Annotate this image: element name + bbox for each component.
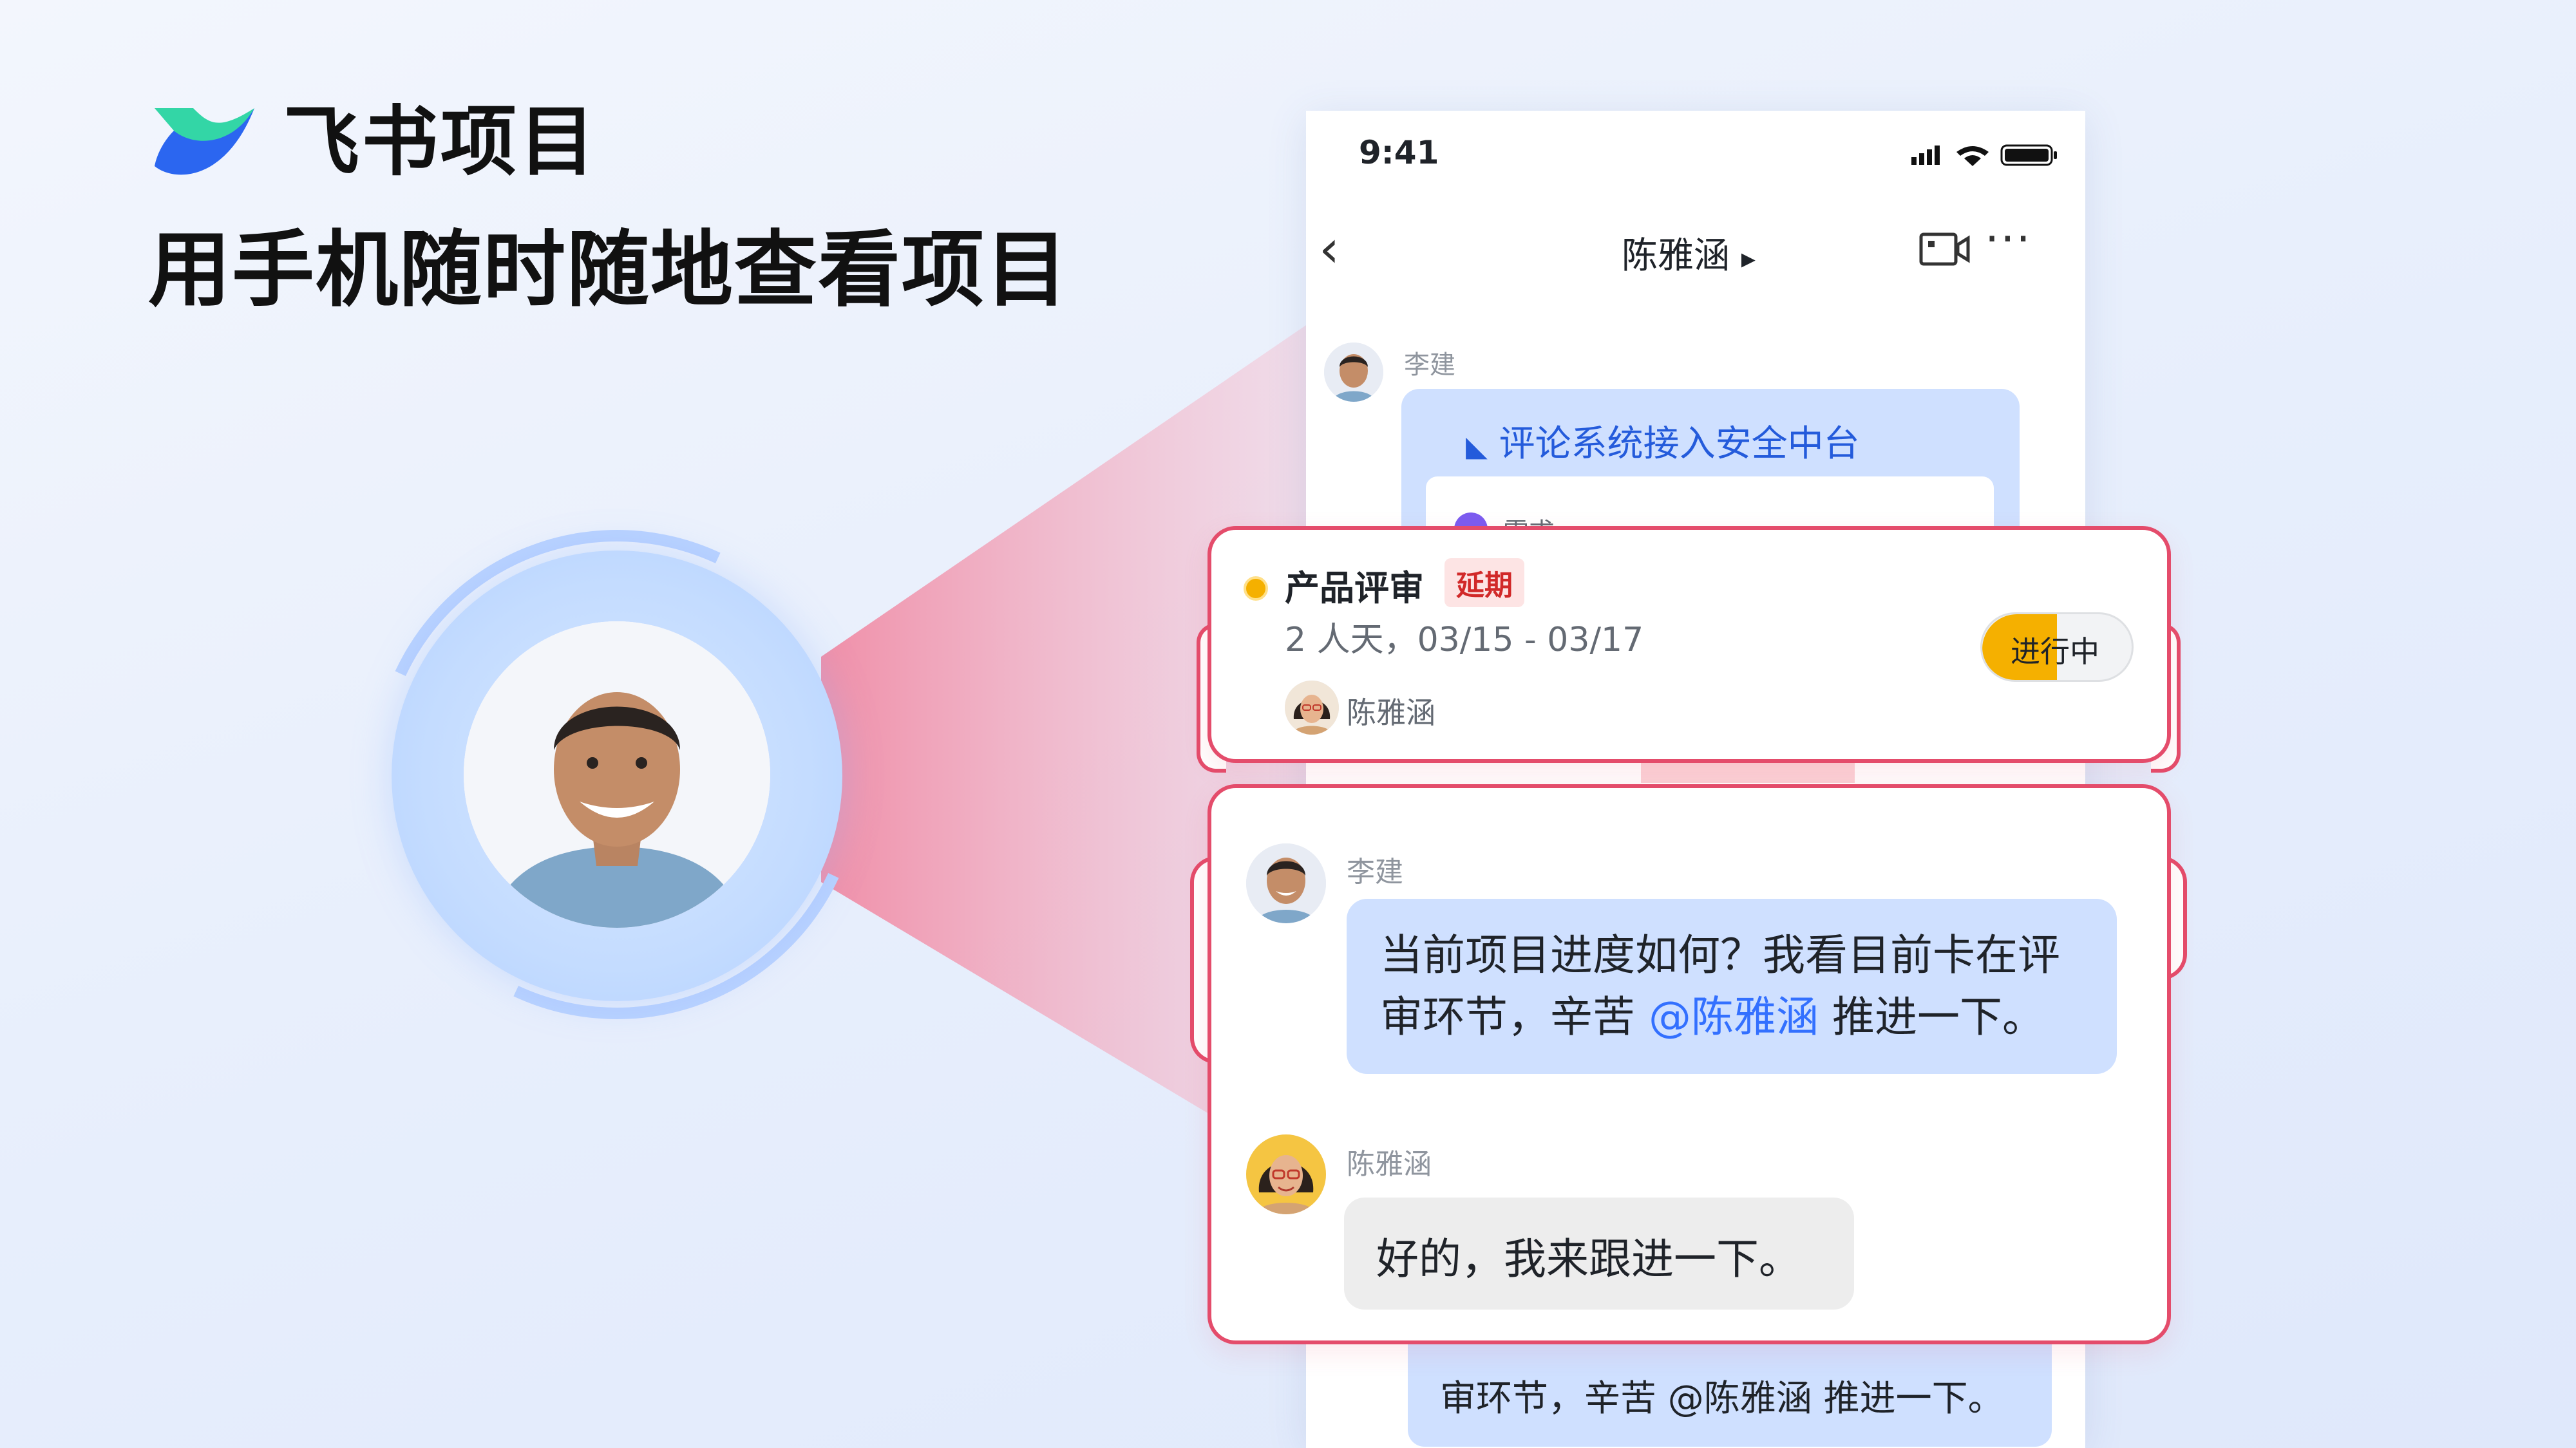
status-time: 9:41 [1359, 134, 1439, 171]
chat-card: 李建 当前项目进度如何？我看目前卡在评审环节，辛苦 @陈雅涵 推进一下。 陈雅涵… [1208, 784, 2171, 1344]
sender-name: 陈雅涵 [1347, 1148, 1432, 1181]
avatar-lijian [1246, 843, 1326, 923]
status-dot-icon [1244, 576, 1268, 601]
task-dates: 2 人天，03/15 - 03/17 [1285, 621, 1644, 659]
message-bubble[interactable]: 当前项目进度如何？我看目前卡在评审环节，辛苦 @陈雅涵 推进一下。 [1347, 899, 2117, 1074]
message-text: 当前项目进度如何？我看目前卡在评审环节，辛苦 @陈雅涵 推进一下。 [1380, 930, 2060, 1042]
status-toggle[interactable]: 进行中 [1980, 612, 2134, 682]
avatar-lijian [1324, 343, 1383, 402]
mention-link[interactable]: @陈雅涵 [1649, 992, 1819, 1042]
delay-badge: 延期 [1444, 558, 1524, 607]
task-owner: 陈雅涵 [1347, 695, 1435, 730]
message-text-peek: 审环节，辛苦 @陈雅涵 推进一下。 [1440, 1378, 2004, 1420]
requirement-card-title: ◣ 评论系统接入安全中台 [1466, 423, 1860, 465]
feishu-project-icon: ◣ [1466, 430, 1488, 463]
video-call-icon[interactable] [1919, 232, 1971, 268]
sender-name: 李建 [1347, 856, 1403, 889]
avatar-chenyahan [1285, 681, 1339, 735]
chat-title-arrow-icon: ▸ [1741, 242, 1756, 275]
avatar-lijian-large [464, 621, 770, 928]
message-text: 好的，我来跟进一下。 [1376, 1234, 1801, 1284]
task-card[interactable]: 产品评审 延期 2 人天，03/15 - 03/17 陈雅涵 进行中 [1208, 526, 2171, 763]
sender-name: 李建 [1404, 350, 1455, 380]
more-options-icon[interactable]: ··· [1985, 212, 2032, 265]
chat-title-label: 陈雅涵 [1622, 235, 1730, 277]
chat-title[interactable]: 陈雅涵 ▸ [1622, 227, 1756, 279]
avatar-chenyahan [1246, 1134, 1326, 1214]
status-bar-icons [1911, 144, 2057, 166]
message-bubble[interactable]: 好的，我来跟进一下。 [1344, 1198, 1854, 1310]
back-button[interactable]: ‹ [1319, 219, 1340, 279]
stacked-card-tag-peek [1641, 761, 1855, 783]
status-label: 进行中 [2011, 634, 2099, 669]
task-name: 产品评审 [1285, 568, 1424, 608]
